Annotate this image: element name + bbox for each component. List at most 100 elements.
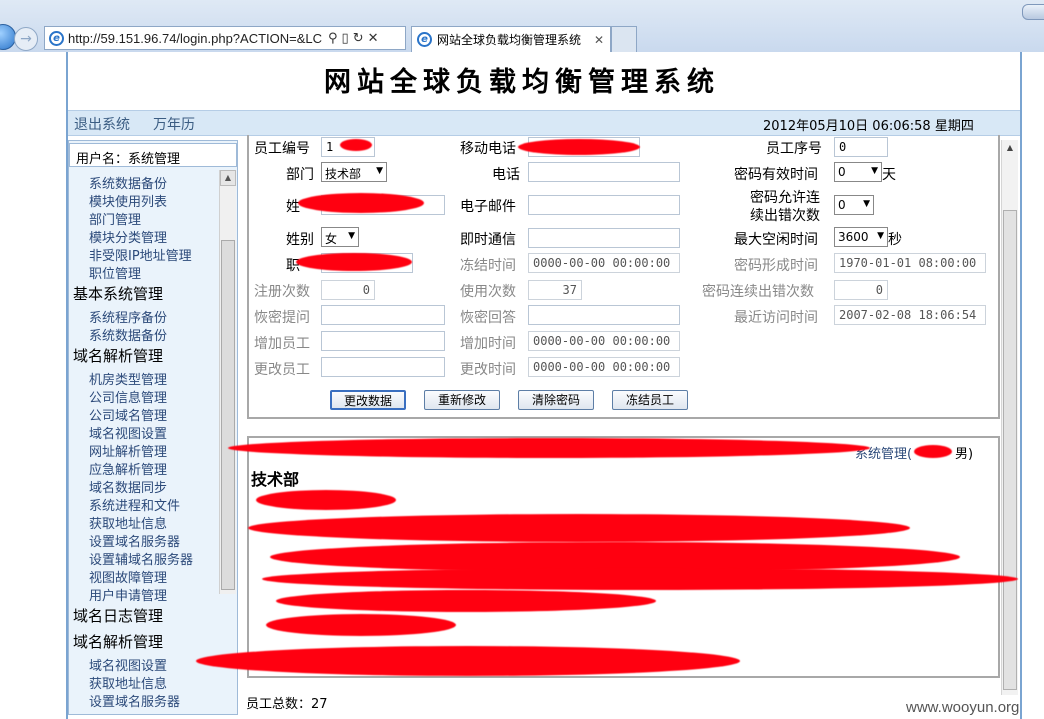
tab-close-icon[interactable]: ✕ — [594, 33, 604, 47]
label-pwd-err-2: 续出错次数 — [750, 208, 820, 224]
url-text[interactable]: http://59.151.96.74/login.php?ACTION=&LC — [68, 31, 324, 46]
label-pwd-err-count: 密码连续出错次数 — [702, 284, 814, 300]
sidebar-item[interactable]: 域名视图设置 — [89, 655, 167, 674]
sidebar-item[interactable]: 非受限IP地址管理 — [89, 245, 192, 264]
sidebar-scrollbar[interactable]: ▲ — [219, 170, 236, 594]
sidebar-item[interactable]: 机房类型管理 — [89, 369, 167, 388]
sidebar-item[interactable]: 系统程序备份 — [89, 307, 167, 326]
sidebar-section-heading[interactable]: 基本系统管理 — [73, 283, 163, 304]
sidebar-item[interactable]: 部门管理 — [89, 209, 141, 228]
logout-link[interactable]: 退出系统 — [74, 114, 130, 134]
idle-select[interactable]: 3600 ▼ — [834, 227, 888, 247]
sidebar-item[interactable]: 模块分类管理 — [89, 227, 167, 246]
page-title: 网站全球负载均衡管理系统 — [324, 67, 720, 98]
watermark: www.wooyun.org — [906, 699, 1020, 716]
refresh-icon[interactable]: ↻ — [353, 31, 364, 46]
sidebar-item[interactable]: 公司域名管理 — [89, 405, 167, 424]
sidebar-scroll-up-icon[interactable]: ▲ — [220, 170, 236, 186]
label-emp-seq: 员工序号 — [766, 141, 822, 157]
emp-seq-field[interactable]: 0 — [834, 137, 888, 157]
label-phone: 电话 — [492, 167, 520, 183]
freeze-employee-button[interactable]: 冻结员工 — [612, 390, 688, 410]
sidebar-section-heading[interactable]: 域名解析管理 — [73, 631, 163, 652]
label-pwd-err-1: 密码允许连 — [750, 190, 820, 206]
label-dept: 部门 — [286, 167, 314, 183]
sidebar-item[interactable]: 网址解析管理 — [89, 441, 167, 460]
sidebar-item[interactable]: 公司信息管理 — [89, 387, 167, 406]
employee-total: 员工总数：27 — [246, 697, 328, 712]
label-recover-a: 恢密回答 — [460, 310, 516, 326]
sidebar-scroll-thumb[interactable] — [221, 240, 235, 590]
sidebar-section-heading[interactable]: 域名日志管理 — [73, 605, 163, 626]
ie-icon: e — [49, 30, 64, 46]
tab-main[interactable]: e 网站全球负载均衡管理系统 ✕ — [411, 26, 611, 52]
pwd-valid-select[interactable]: 0 ▼ — [834, 162, 882, 182]
sidebar-section-heading[interactable]: 域名解析管理 — [73, 345, 163, 366]
redaction-mark — [196, 646, 740, 676]
sidebar-item[interactable]: 系统数据备份 — [89, 173, 167, 192]
sidebar-item[interactable]: 模块使用列表 — [89, 191, 167, 210]
freeze-time-field: 0000-00-00 00:00:00 — [528, 253, 680, 273]
dept-value: 技术部 — [325, 167, 362, 181]
search-icon[interactable]: ⚲ — [328, 31, 338, 46]
reg-count-field: 0 — [321, 280, 375, 300]
redaction-mark — [518, 139, 640, 155]
calendar-link[interactable]: 万年历 — [153, 114, 195, 134]
redaction-mark — [298, 193, 424, 213]
idle-dropdown-icon: ▼ — [877, 231, 884, 241]
use-count-field: 37 — [528, 280, 582, 300]
pwd-valid-dropdown-icon: ▼ — [871, 166, 878, 176]
stop-icon[interactable]: ✕ — [368, 31, 379, 46]
label-recover-q: 恢密提问 — [254, 310, 310, 326]
new-tab-button[interactable] — [611, 26, 637, 52]
main-scroll-up-icon[interactable]: ▲ — [1002, 140, 1018, 156]
sidebar-item[interactable]: 职位管理 — [89, 263, 141, 282]
sidebar-item[interactable]: 系统进程和文件 — [89, 495, 180, 514]
datetime: 2012年05月10日 06:06:58 星期四 — [763, 119, 974, 134]
update-button[interactable]: 更改数据 — [330, 390, 406, 410]
sidebar-item[interactable]: 获取地址信息 — [89, 673, 167, 692]
pwd-err-select[interactable]: 0 ▼ — [834, 195, 874, 215]
sidebar-item[interactable]: 域名数据同步 — [89, 477, 167, 496]
label-reg-count: 注册次数 — [254, 284, 310, 300]
im-field[interactable] — [528, 228, 680, 248]
label-mobile: 移动电话 — [460, 141, 516, 157]
sidebar: 用户名：系统管理 系统数据备份 模块使用列表 部门管理 模块分类管理 非受限IP地址管理… — [68, 140, 238, 715]
address-bar[interactable]: e http://59.151.96.74/login.php?ACTION=&… — [44, 26, 406, 50]
main-scroll-thumb[interactable] — [1003, 210, 1017, 690]
recover-q-field[interactable] — [321, 305, 445, 325]
sidebar-item[interactable]: 应急解析管理 — [89, 459, 167, 478]
forward-icon[interactable]: → — [14, 27, 38, 51]
sidebar-item[interactable]: 系统数据备份 — [89, 325, 167, 344]
main-scrollbar[interactable]: ▲ — [1001, 140, 1018, 695]
label-emp-no: 员工编号 — [254, 141, 310, 157]
label-mod-time: 更改时间 — [460, 362, 516, 378]
sidebar-item[interactable]: 获取地址信息 — [89, 513, 167, 532]
add-time-field: 0000-00-00 00:00:00 — [528, 331, 680, 351]
clear-password-button[interactable]: 清除密码 — [518, 390, 594, 410]
sidebar-item[interactable]: 设置域名服务器 — [89, 531, 180, 550]
recover-a-field[interactable] — [528, 305, 680, 325]
redaction-mark — [256, 490, 396, 510]
reset-button[interactable]: 重新修改 — [424, 390, 500, 410]
label-pwd-created: 密码形成时间 — [734, 258, 818, 274]
unit-day: 天 — [882, 167, 896, 183]
email-field[interactable] — [528, 195, 680, 215]
gender-select[interactable]: 女 ▼ — [321, 227, 359, 247]
window-button[interactable] — [1022, 4, 1044, 20]
label-freeze-time: 冻结时间 — [460, 258, 516, 274]
sidebar-item[interactable]: 设置辅域名服务器 — [89, 549, 193, 568]
dept-dropdown-icon: ▼ — [376, 166, 383, 176]
dept-select[interactable]: 技术部 ▼ — [321, 162, 387, 182]
phone-field[interactable] — [528, 162, 680, 182]
sidebar-item[interactable]: 设置域名服务器 — [89, 691, 180, 710]
add-emp-field[interactable] — [321, 331, 445, 351]
sidebar-item[interactable]: 视图故障管理 — [89, 567, 167, 586]
compat-icon[interactable]: ▯ — [342, 31, 349, 46]
mod-emp-field[interactable] — [321, 357, 445, 377]
sidebar-item[interactable]: 域名视图设置 — [89, 423, 167, 442]
page-margin-right — [1022, 52, 1044, 719]
label-pwd-valid: 密码有效时间 — [734, 167, 818, 183]
sidebar-item[interactable]: 用户申请管理 — [89, 585, 167, 604]
label-title: 职 — [286, 258, 300, 274]
